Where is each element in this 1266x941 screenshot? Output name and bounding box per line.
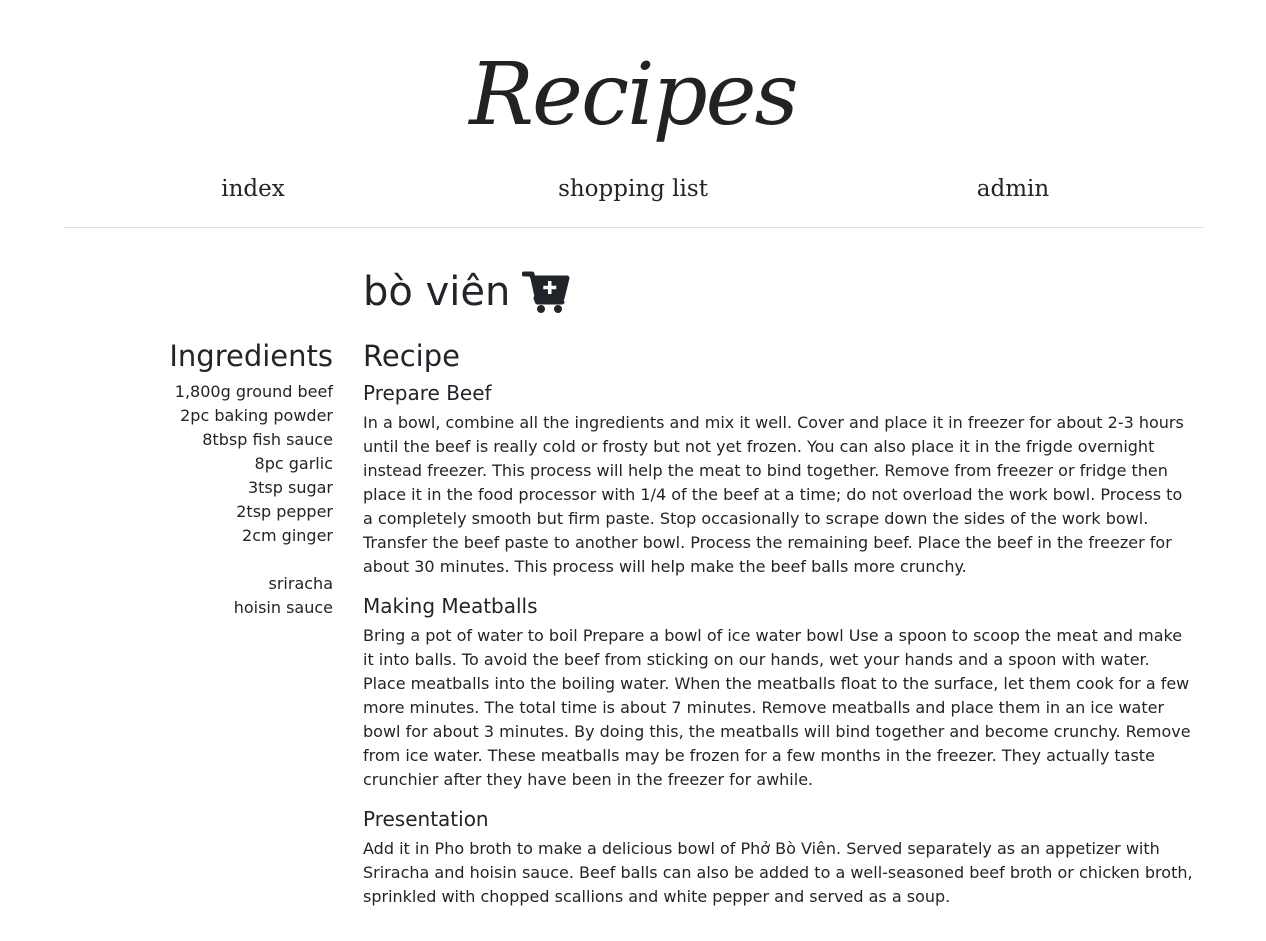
section-title: Prepare Beef: [363, 381, 492, 405]
ingredient-item: hoisin sauce: [233, 598, 333, 617]
ingredients-heading: Ingredients: [169, 339, 333, 373]
ingredients-list: 1,800g ground beef 2pc baking powder 8tb…: [120, 380, 333, 620]
cart-plus-icon[interactable]: [521, 270, 570, 314]
main-nav: index shopping list admin: [63, 170, 1203, 210]
recipe-heading: Recipe: [363, 339, 460, 373]
ingredient-item: 2pc baking powder: [180, 406, 333, 425]
ingredient-spacer: [120, 548, 333, 572]
ingredient-item: 2cm ginger: [242, 526, 333, 545]
ingredients-panel: Ingredients 1,800g ground beef 2pc bakin…: [120, 335, 333, 620]
ingredient-item: 1,800g ground beef: [174, 382, 333, 401]
section-text: Add it in Pho broth to make a delicious …: [363, 839, 1193, 906]
ingredient-item: 8pc garlic: [254, 454, 333, 473]
nav-index-link[interactable]: index: [63, 170, 443, 210]
section-title: Presentation: [363, 807, 489, 831]
ingredient-item: 2tsp pepper: [236, 502, 333, 521]
recipe-title: bò viên: [363, 262, 570, 322]
nav-admin-link[interactable]: admin: [823, 170, 1203, 210]
recipe-name: bò viên: [363, 269, 511, 315]
site-title: Recipes: [469, 45, 798, 145]
section-text: In a bowl, combine all the ingredients a…: [363, 413, 1184, 576]
header-divider: [63, 227, 1203, 228]
section-text: Bring a pot of water to boil Prepare a b…: [363, 626, 1191, 789]
nav-shopping-list-link[interactable]: shopping list: [443, 170, 823, 210]
ingredient-item: sriracha: [268, 574, 333, 593]
ingredient-item: 8tbsp fish sauce: [202, 430, 333, 449]
recipe-panel: Recipe Prepare Beef In a bowl, combine a…: [363, 335, 1193, 923]
ingredient-item: 3tsp sugar: [247, 478, 333, 497]
section-title: Making Meatballs: [363, 594, 538, 618]
